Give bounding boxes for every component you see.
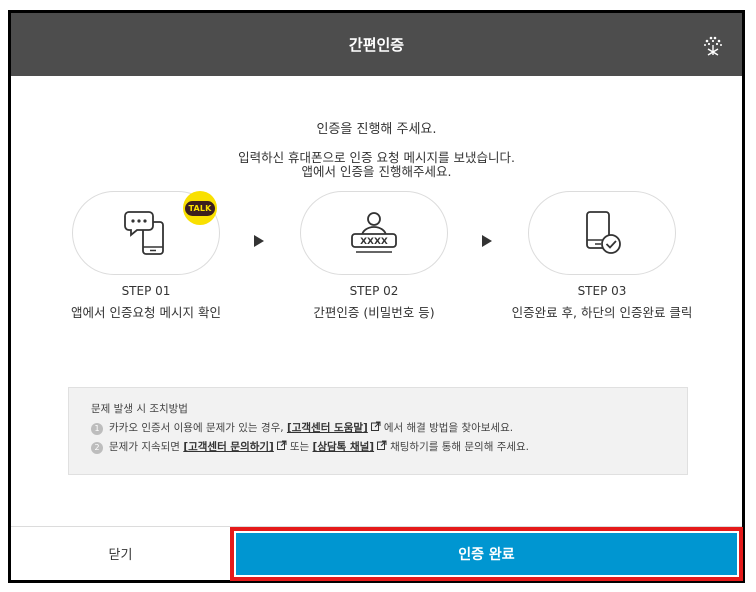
intro-line-3: 앱에서 인증을 진행해주세요. <box>301 164 452 179</box>
item-2-or: 또는 <box>289 441 310 453</box>
step-2-card: XXXX <box>300 191 448 275</box>
item-1-suffix: 에서 해결 방법을 찾아보세요. <box>383 422 514 434</box>
step-description: 앱에서 인증요청 메시지 확인 <box>71 305 221 320</box>
tree-close-icon[interactable] <box>702 35 724 57</box>
auth-dialog: 간편인증 인증을 진행해 주세요. 입력하신 휴대폰으로 인증 요청 메시지를 … <box>8 10 745 583</box>
troubleshooting-box: 문제 발생 시 조치방법 1 카카오 인증서 이용에 문제가 있는 경우, [고… <box>68 387 688 475</box>
step-number: STEP 02 <box>349 284 399 298</box>
auth-complete-button[interactable]: 인증 완료 <box>236 533 737 575</box>
step-description: 인증완료 후, 하단의 인증완료 클릭 <box>511 305 693 320</box>
help-center-guide-link[interactable]: [고객센터 도움말] <box>287 421 368 436</box>
step-number: STEP 03 <box>577 284 627 298</box>
intro-line-2: 입력하신 휴대폰으로 인증 요청 메시지를 보냈습니다. <box>238 150 515 165</box>
kakaotalk-badge-icon: TALK <box>183 191 217 225</box>
user-password-icon: XXXX <box>351 212 397 253</box>
number-badge-2: 2 <box>91 441 103 454</box>
step-number: STEP 01 <box>121 284 171 298</box>
dialog-title: 간편인증 <box>348 36 405 54</box>
external-link-icon <box>370 421 381 436</box>
item-1-text: 카카오 인증서 이용에 문제가 있는 경우, <box>109 422 284 434</box>
phone-message-icon <box>124 211 164 255</box>
confirm-highlight: 인증 완료 <box>230 527 743 581</box>
troubleshooting-item-1: 1 카카오 인증서 이용에 문제가 있는 경우, [고객센터 도움말] 에서 해… <box>91 421 687 436</box>
troubleshooting-heading: 문제 발생 시 조치방법 <box>91 403 188 415</box>
number-badge-1: 1 <box>91 422 103 435</box>
dialog-titlebar: 간편인증 <box>11 13 742 76</box>
item-2-suffix: 채팅하기를 통해 문의해 주세요. <box>390 441 530 453</box>
talk-label: TALK <box>185 200 215 216</box>
arrow-right-icon <box>482 235 492 247</box>
svg-text:XXXX: XXXX <box>360 237 388 247</box>
step-3-label: STEP 03 인증완료 후, 하단의 인증완료 클릭 <box>502 284 702 321</box>
step-2-label: STEP 02 간편인증 (비밀번호 등) <box>274 284 474 321</box>
external-link-icon <box>377 440 387 455</box>
step-3-card <box>528 191 676 275</box>
intro-text: 인증을 진행해 주세요. 입력하신 휴대폰으로 인증 요청 메시지를 보냈습니다… <box>11 118 742 179</box>
step-description: 간편인증 (비밀번호 등) <box>313 305 435 320</box>
help-center-inquiry-link[interactable]: [고객센터 문의하기] <box>183 440 274 455</box>
step-1-label: STEP 01 앱에서 인증요청 메시지 확인 <box>46 284 246 321</box>
external-link-icon <box>276 440 287 455</box>
troubleshooting-item-2: 2 문제가 지속되면 [고객센터 문의하기] 또는 [상담톡 채널] 채팅하기를… <box>91 440 687 455</box>
consult-talk-channel-link[interactable]: [상담톡 채널] <box>313 440 375 455</box>
item-2-text: 문제가 지속되면 <box>109 441 180 453</box>
intro-heading: 인증을 진행해 주세요. <box>316 122 437 137</box>
phone-check-icon <box>586 211 621 254</box>
arrow-right-icon <box>254 235 264 247</box>
close-button[interactable]: 닫기 <box>11 527 230 580</box>
